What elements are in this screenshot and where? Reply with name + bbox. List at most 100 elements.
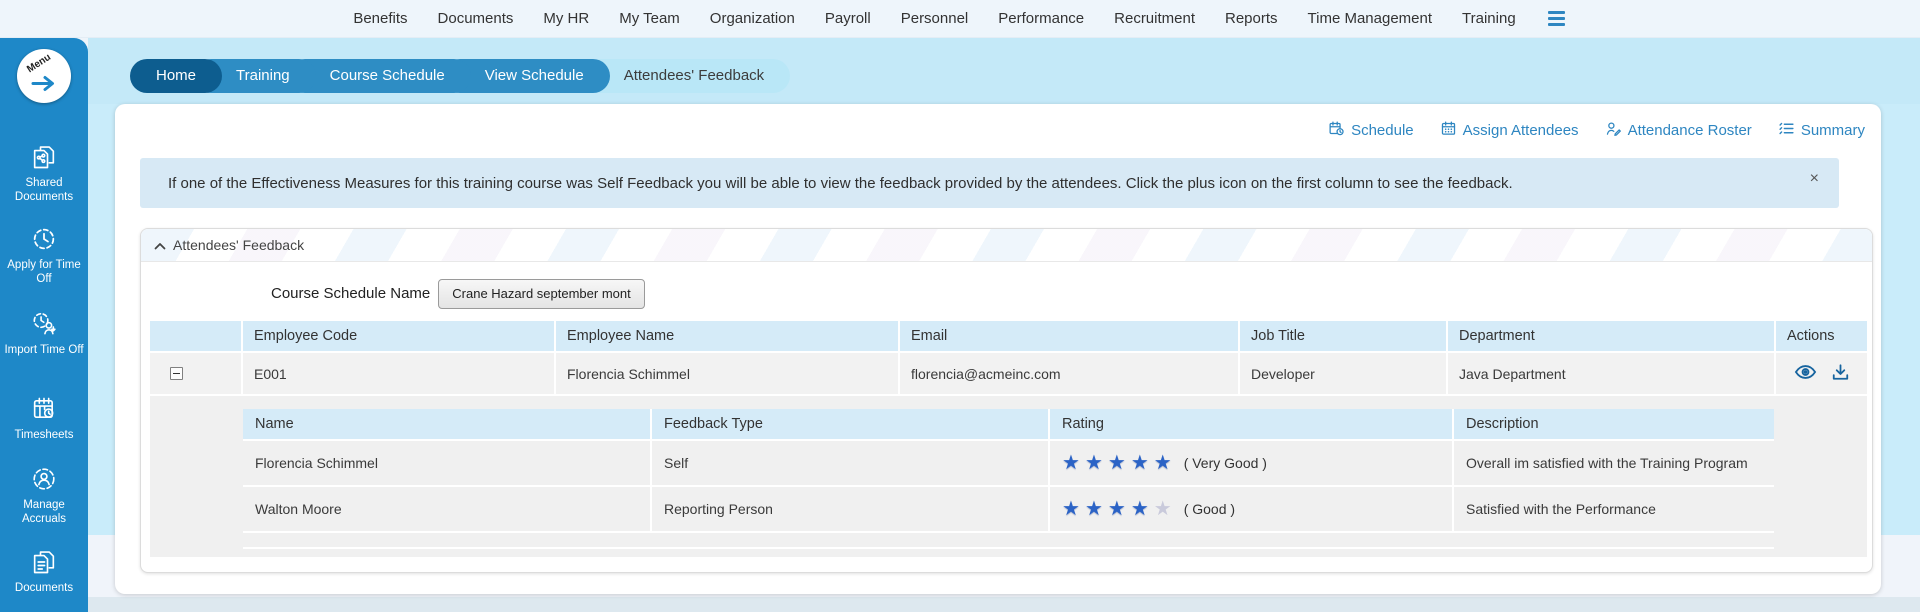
cell-feedback-type: Reporting Person <box>650 487 1048 531</box>
sidebar: Menu Shared Documents Apply for Time Off… <box>0 38 88 612</box>
cell-employee-code: E001 <box>241 353 554 394</box>
expanded-feedback-area: Name Feedback Type Rating Description Fl… <box>150 396 1867 557</box>
shared-documents-icon <box>0 143 88 171</box>
panel-title: Attendees' Feedback <box>173 237 305 253</box>
assign-attendees-link[interactable]: Assign Attendees <box>1440 120 1579 141</box>
nav-item-personnel[interactable]: Personnel <box>901 10 969 27</box>
rating-label: ( Good ) <box>1183 501 1236 517</box>
nav-item-training[interactable]: Training <box>1462 10 1516 27</box>
arrow-right-icon <box>31 75 58 97</box>
nav-item-performance[interactable]: Performance <box>998 10 1084 27</box>
header-cell-rating: Rating <box>1048 409 1452 439</box>
cell-description: Overall im satisfied with the Training P… <box>1452 441 1774 485</box>
view-icon[interactable] <box>1794 364 1817 383</box>
schedule-link[interactable]: Schedule <box>1328 120 1414 141</box>
sidebar-item-timesheets[interactable]: Timesheets <box>0 395 88 442</box>
course-schedule-name-button[interactable]: Crane Hazard september mont <box>438 278 645 309</box>
header-cell-employee-name: Employee Name <box>554 321 898 351</box>
chevron-up-icon <box>154 237 166 253</box>
nav-item-my-team[interactable]: My Team <box>619 10 680 27</box>
sidebar-item-label: Manage Accruals <box>21 499 67 526</box>
panel-header[interactable]: Attendees' Feedback <box>141 229 1872 262</box>
feedback-table-header: Name Feedback Type Rating Description <box>243 409 1774 441</box>
download-icon[interactable] <box>1831 363 1850 384</box>
table-row: E001 Florencia Schimmel florencia@acmein… <box>150 353 1867 396</box>
star-rating: ★ ★ ★ ★ ★ <box>1062 452 1172 474</box>
sidebar-item-label: Apply for Time Off <box>7 259 81 286</box>
sidebar-item-import-time-off[interactable]: Import Time Off <box>0 310 88 357</box>
nav-item-organization[interactable]: Organization <box>710 10 795 27</box>
header-cell-job-title: Job Title <box>1238 321 1446 351</box>
attendance-roster-link-label: Attendance Roster <box>1627 122 1752 139</box>
sidebar-item-label: Documents <box>14 582 74 594</box>
sidebar-item-shared-documents[interactable]: Shared Documents <box>0 143 88 205</box>
assign-attendees-link-label: Assign Attendees <box>1462 122 1579 139</box>
header-cell-email: Email <box>898 321 1238 351</box>
screen: Benefits Documents My HR My Team Organiz… <box>0 0 1920 612</box>
header-cell-description: Description <box>1452 409 1774 439</box>
header-cell-feedback-type: Feedback Type <box>650 409 1048 439</box>
tab-home[interactable]: Home <box>130 59 223 93</box>
header-cell-actions: Actions <box>1774 321 1867 351</box>
hamburger-menu-icon[interactable] <box>1546 9 1567 28</box>
footer-band <box>88 597 1920 612</box>
course-schedule-row: Course Schedule Name Crane Hazard septem… <box>141 278 1872 309</box>
nav-item-documents[interactable]: Documents <box>438 10 514 27</box>
header-cell-department: Department <box>1446 321 1774 351</box>
feedback-row: Florencia Schimmel Self ★ ★ ★ ★ ★ ( Very Goo… <box>243 441 1774 487</box>
sidebar-item-label: Timesheets <box>14 429 74 441</box>
import-clock-person-icon <box>0 310 88 338</box>
rating-label: ( Very Good ) <box>1183 455 1267 471</box>
cell-feedback-type: Self <box>650 441 1048 485</box>
cell-department: Java Department <box>1446 353 1774 394</box>
top-nav: Benefits Documents My HR My Team Organiz… <box>0 0 1920 38</box>
sidebar-item-label: Import Time Off <box>4 344 84 356</box>
sidebar-item-label: Shared Documents <box>14 177 74 204</box>
feedback-row: Walton Moore Reporting Person ★ ★ ★ ★ ★ ( Go… <box>243 487 1774 533</box>
cell-rating: ★ ★ ★ ★ ★ ( Good ) <box>1048 487 1452 531</box>
cell-employee-name: Florencia Schimmel <box>554 353 898 394</box>
summary-link-label: Summary <box>1800 122 1865 139</box>
sidebar-item-apply-for-time-off[interactable]: Apply for Time Off <box>0 225 88 287</box>
calendar-clock-icon <box>1328 120 1345 141</box>
nav-item-payroll[interactable]: Payroll <box>825 10 871 27</box>
summary-link[interactable]: Summary <box>1778 120 1865 141</box>
star-rating: ★ ★ ★ ★ ★ <box>1062 498 1172 520</box>
attendance-roster-link[interactable]: Attendance Roster <box>1605 120 1752 141</box>
sidebar-item-manage-accruals[interactable]: Manage Accruals <box>0 465 88 527</box>
cell-description: Satisfied with the Performance <box>1452 487 1774 531</box>
feedback-table: Name Feedback Type Rating Description Fl… <box>243 409 1774 533</box>
cell-email: florencia@acmeinc.com <box>898 353 1238 394</box>
calendar-icon <box>1440 120 1457 141</box>
tab-attendees-feedback[interactable]: Attendees' Feedback <box>581 59 791 93</box>
toolbar: Schedule Assign Attendees Attendance Ros… <box>1328 120 1865 141</box>
nav-item-time-management[interactable]: Time Management <box>1308 10 1433 27</box>
attendees-table-header: Employee Code Employee Name Email Job Ti… <box>150 321 1867 353</box>
info-banner: If one of the Effectiveness Measures for… <box>140 158 1839 208</box>
collapse-row-icon[interactable] <box>170 367 183 380</box>
person-pen-icon <box>1605 120 1622 141</box>
divider <box>243 547 1774 549</box>
nav-item-recruitment[interactable]: Recruitment <box>1114 10 1195 27</box>
menu-button-label: Menu <box>25 51 53 76</box>
header-cell-name: Name <box>255 416 294 432</box>
menu-button[interactable]: Menu <box>17 49 71 103</box>
nav-item-my-hr[interactable]: My HR <box>543 10 589 27</box>
course-schedule-name-label: Course Schedule Name <box>271 285 431 302</box>
header-cell-employee-code: Employee Code <box>241 321 554 351</box>
cell-job-title: Developer <box>1238 353 1446 394</box>
tab-bar: Home Training Course Schedule View Sched… <box>130 59 791 93</box>
close-icon[interactable]: × <box>1810 171 1819 187</box>
content-card: Schedule Assign Attendees Attendance Ros… <box>115 104 1881 594</box>
nav-item-benefits[interactable]: Benefits <box>353 10 407 27</box>
documents-icon <box>0 548 88 576</box>
nav-item-reports[interactable]: Reports <box>1225 10 1278 27</box>
content-area: Home Training Course Schedule View Sched… <box>88 38 1920 612</box>
list-icon <box>1778 120 1795 141</box>
cell-name: Florencia Schimmel <box>255 455 378 471</box>
attendees-table: Employee Code Employee Name Email Job Ti… <box>150 321 1867 396</box>
attendees-feedback-panel: Attendees' Feedback Course Schedule Name… <box>140 228 1873 573</box>
sidebar-item-documents[interactable]: Documents <box>0 548 88 595</box>
gear-person-icon <box>0 465 88 493</box>
cell-name: Walton Moore <box>255 501 342 517</box>
